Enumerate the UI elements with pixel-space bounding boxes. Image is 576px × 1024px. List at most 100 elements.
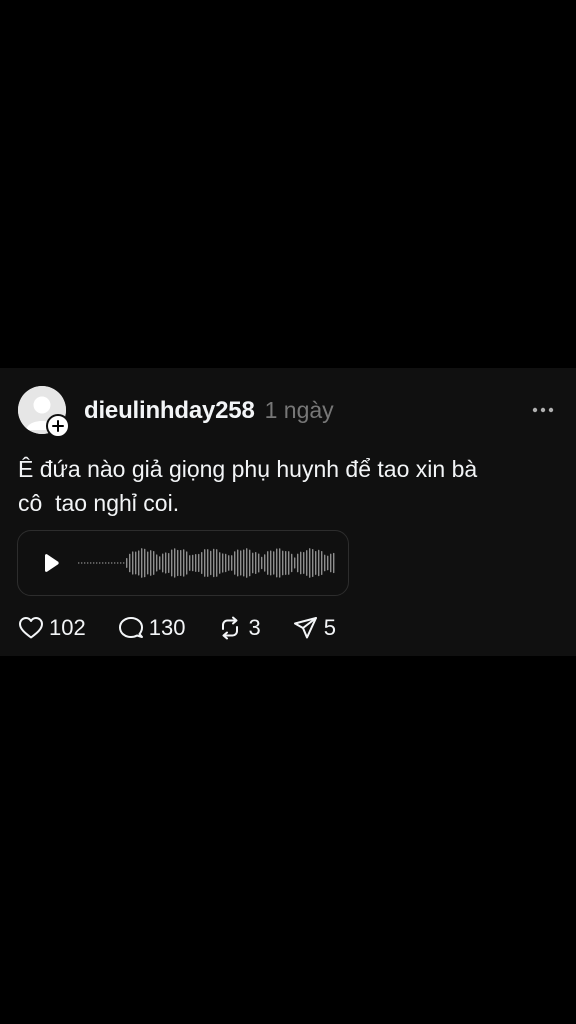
waveform-bar xyxy=(87,562,89,564)
waveform-bar xyxy=(315,550,317,576)
waveform-bar xyxy=(123,562,125,564)
waveform-bar xyxy=(120,562,122,564)
screen: dieulinhday258 1 ngày Ê đứa nào giả giọn… xyxy=(0,0,576,1024)
like-button[interactable]: 102 xyxy=(18,615,86,641)
waveform-bar xyxy=(291,553,293,573)
follow-button[interactable] xyxy=(46,414,70,438)
post-card[interactable]: dieulinhday258 1 ngày Ê đứa nào giả giọn… xyxy=(0,368,576,656)
waveform-bar xyxy=(195,554,197,572)
waveform-bar xyxy=(153,551,155,575)
waveform-bar xyxy=(327,555,329,571)
waveform-bar xyxy=(156,554,158,572)
waveform-bar xyxy=(294,557,296,569)
waveform-bar xyxy=(183,549,185,577)
waveform-bar xyxy=(201,551,203,575)
waveform-bar xyxy=(228,555,230,571)
action-bar: 102 130 3 5 xyxy=(18,614,368,642)
username[interactable]: dieulinhday258 xyxy=(84,397,255,425)
post-header: dieulinhday258 1 ngày xyxy=(84,397,334,425)
audio-player[interactable] xyxy=(17,530,349,596)
waveform-bar xyxy=(93,562,95,564)
repost-button[interactable]: 3 xyxy=(217,615,261,641)
waveform-bar xyxy=(231,555,233,571)
send-icon xyxy=(293,616,319,640)
waveform-bar xyxy=(108,562,110,564)
waveform-bar xyxy=(279,548,281,578)
share-button[interactable]: 5 xyxy=(293,615,336,641)
waveform-bar xyxy=(126,558,128,568)
waveform-bar xyxy=(240,550,242,576)
waveform-bar xyxy=(99,562,101,564)
waveform-bar xyxy=(303,552,305,574)
waveform-bar xyxy=(144,548,146,578)
waveform-bar xyxy=(105,562,107,564)
heart-icon xyxy=(18,616,44,640)
waveform-bar xyxy=(114,562,116,564)
waveform-bar xyxy=(207,549,209,577)
play-button[interactable] xyxy=(40,552,62,574)
waveform-bar xyxy=(162,553,164,573)
waveform-bar xyxy=(309,548,311,578)
avatar-container[interactable] xyxy=(18,386,70,438)
plus-icon xyxy=(52,420,64,432)
waveform-bar xyxy=(138,550,140,576)
waveform-bar xyxy=(252,552,254,574)
waveform-bar xyxy=(246,548,248,578)
waveform-bar xyxy=(297,553,299,573)
waveform-bar xyxy=(213,548,215,578)
waveform-bar xyxy=(177,549,179,577)
more-dots-icon xyxy=(532,407,554,413)
waveform-bar xyxy=(222,553,224,573)
waveform-bar xyxy=(102,562,104,564)
waveform-bar xyxy=(330,553,332,573)
waveform-bar xyxy=(267,551,269,575)
waveform-bar xyxy=(282,550,284,576)
waveform-bar xyxy=(132,551,134,575)
waveform-bar xyxy=(288,551,290,575)
waveform-bar xyxy=(141,548,143,578)
waveform-bar xyxy=(321,550,323,576)
waveform-bar xyxy=(216,549,218,577)
waveform-bar xyxy=(186,551,188,575)
more-options-button[interactable] xyxy=(530,400,556,420)
waveform-bar xyxy=(111,562,113,564)
waveform-bar xyxy=(225,553,227,573)
waveform-bar xyxy=(189,555,191,571)
waveform[interactable] xyxy=(78,543,338,583)
waveform-bar xyxy=(219,552,221,574)
waveform-bar xyxy=(174,548,176,578)
waveform-bar xyxy=(198,553,200,573)
waveform-bar xyxy=(159,556,161,570)
waveform-bar xyxy=(204,549,206,577)
waveform-bar xyxy=(171,549,173,577)
waveform-bar xyxy=(234,551,236,575)
waveform-bar xyxy=(312,548,314,578)
waveform-bar xyxy=(324,554,326,572)
post-time: 1 ngày xyxy=(264,397,334,423)
waveform-bar xyxy=(135,551,137,575)
waveform-bar xyxy=(300,551,302,575)
play-icon xyxy=(45,554,59,572)
waveform-bar xyxy=(237,549,239,577)
comment-count: 130 xyxy=(148,615,186,640)
post-text: Ê đứa nào giả giọng phụ huynh để tao xin… xyxy=(18,456,478,516)
waveform-bar xyxy=(90,562,92,564)
waveform-bar xyxy=(255,551,257,575)
like-count: 102 xyxy=(49,615,86,640)
waveform-bar xyxy=(273,551,275,575)
waveform-bar xyxy=(258,553,260,573)
waveform-bar xyxy=(285,551,287,575)
share-count: 5 xyxy=(323,615,336,640)
waveform-bar xyxy=(129,553,131,573)
repost-count: 3 xyxy=(248,615,261,640)
waveform-bar xyxy=(150,550,152,576)
waveform-bar xyxy=(261,556,263,570)
comment-bubble-icon xyxy=(118,616,144,640)
waveform-bar xyxy=(96,562,98,564)
waveform-bar xyxy=(264,554,266,572)
waveform-bar xyxy=(81,562,83,564)
waveform-bar xyxy=(165,552,167,574)
waveform-bar xyxy=(210,550,212,576)
waveform-bar xyxy=(78,562,80,564)
comment-button[interactable]: 130 xyxy=(118,615,186,641)
